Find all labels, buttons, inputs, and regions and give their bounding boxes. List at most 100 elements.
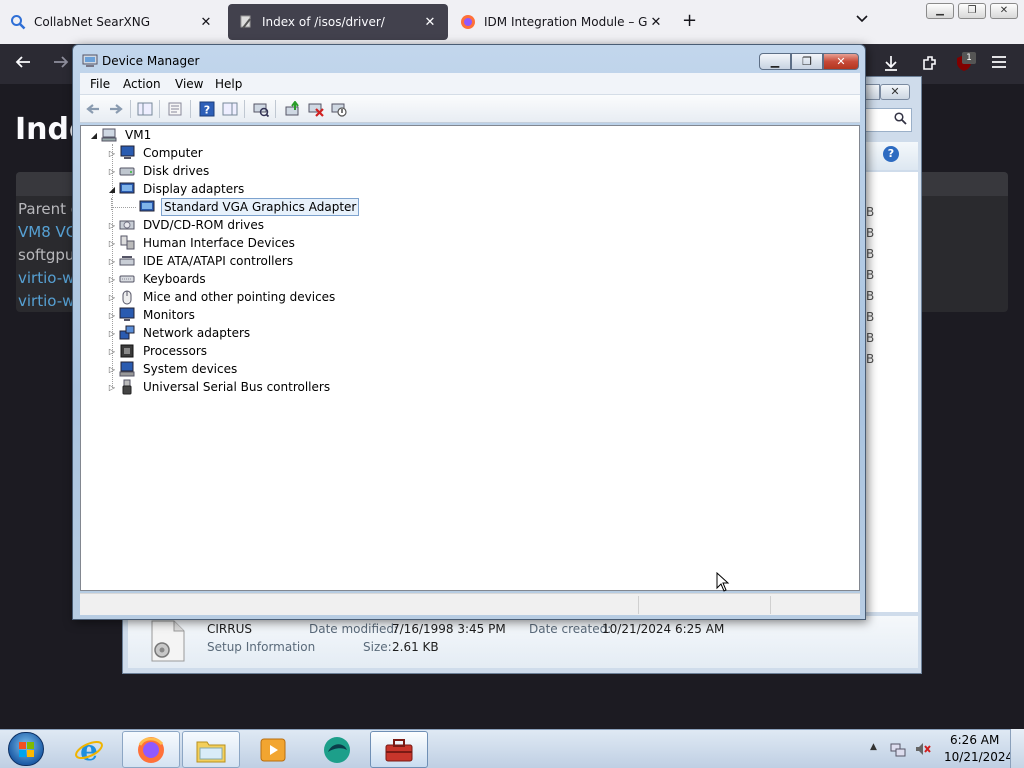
help-icon[interactable]: ? bbox=[883, 146, 899, 162]
menu-file[interactable]: File bbox=[90, 77, 110, 91]
firefox-icon bbox=[460, 14, 476, 30]
menu-help[interactable]: Help bbox=[215, 77, 242, 91]
tree-label: Mice and other pointing devices bbox=[143, 290, 336, 304]
tree-label: System devices bbox=[143, 362, 238, 376]
forward-arrow-icon[interactable] bbox=[52, 54, 70, 75]
start-button[interactable] bbox=[8, 732, 44, 766]
firefox-icon bbox=[138, 736, 164, 763]
scan-hardware-changes-icon[interactable] bbox=[252, 100, 270, 118]
size-fragment: B bbox=[866, 310, 875, 324]
close-icon[interactable]: ✕ bbox=[648, 15, 664, 30]
taskbar-file-explorer[interactable] bbox=[182, 731, 240, 768]
date-modified-label: Date modified: bbox=[309, 622, 399, 636]
mouse-cursor-icon bbox=[716, 571, 730, 592]
tree-item-computer[interactable]: ▷ Computer bbox=[107, 144, 205, 162]
device-manager-window: Device Manager ▁ ❐ ✕ File Action View He… bbox=[72, 44, 866, 620]
expand-arrow-icon[interactable]: ▷ bbox=[107, 239, 117, 248]
extensions-icon[interactable] bbox=[920, 54, 938, 77]
download-icon[interactable] bbox=[882, 54, 900, 77]
browser-minimize-button[interactable]: ▁ bbox=[926, 3, 954, 19]
taskbar-media-player[interactable] bbox=[244, 731, 302, 768]
tree-item-monitors[interactable]: ▷ Monitors bbox=[107, 306, 197, 324]
size-fragment: B bbox=[866, 289, 875, 303]
expand-arrow-icon[interactable]: ▷ bbox=[107, 221, 117, 230]
menu-action[interactable]: Action bbox=[123, 77, 161, 91]
processor-icon bbox=[119, 343, 135, 359]
tree-item-processors[interactable]: ▷ Processors bbox=[107, 342, 209, 360]
notification-badge: 1 bbox=[962, 52, 976, 64]
collapse-arrow-icon[interactable]: ◢ bbox=[89, 131, 99, 140]
expand-arrow-icon[interactable]: ▷ bbox=[107, 365, 117, 374]
tree-label: Monitors bbox=[143, 308, 195, 322]
expand-arrow-icon[interactable]: ▷ bbox=[107, 383, 117, 392]
tree-label: DVD/CD-ROM drives bbox=[143, 218, 265, 232]
taskbar-internet-explorer[interactable]: e bbox=[60, 731, 118, 768]
tab-idm-integration[interactable]: IDM Integration Module – Get t ✕ bbox=[450, 4, 674, 40]
volume-muted-icon[interactable] bbox=[914, 741, 932, 760]
properties-icon[interactable] bbox=[166, 100, 184, 118]
show-hide-action-pane-icon[interactable] bbox=[221, 100, 239, 118]
tree-label: Processors bbox=[143, 344, 208, 358]
tree-item-network-adapters[interactable]: ▷ Network adapters bbox=[107, 324, 252, 342]
listing-link[interactable]: virtio-w bbox=[18, 269, 74, 287]
expand-arrow-icon[interactable]: ▷ bbox=[107, 149, 117, 158]
clock-date[interactable]: 10/21/2024 bbox=[944, 750, 1013, 764]
usb-icon bbox=[119, 379, 135, 395]
document-icon bbox=[238, 14, 254, 30]
close-icon[interactable]: ✕ bbox=[422, 15, 438, 30]
tree-item-disk-drives[interactable]: ▷ Disk drives bbox=[107, 162, 211, 180]
show-hide-console-tree-icon[interactable] bbox=[136, 100, 154, 118]
date-created-value: 10/21/2024 6:25 AM bbox=[602, 622, 725, 636]
tree-item-standard-vga-adapter[interactable]: Standard VGA Graphics Adapter bbox=[139, 198, 360, 216]
collapse-arrow-icon[interactable]: ◢ bbox=[107, 185, 117, 194]
expand-arrow-icon[interactable]: ▷ bbox=[107, 275, 117, 284]
taskbar-firefox[interactable] bbox=[122, 731, 180, 768]
tree-item-keyboards[interactable]: ▷ Keyboards bbox=[107, 270, 208, 288]
expand-arrow-icon[interactable]: ▷ bbox=[107, 257, 117, 266]
list-all-tabs-button[interactable] bbox=[856, 12, 868, 26]
expand-arrow-icon[interactable]: ▷ bbox=[107, 347, 117, 356]
expand-arrow-icon[interactable]: ▷ bbox=[107, 293, 117, 302]
browser-restore-button[interactable]: ❐ bbox=[958, 3, 986, 19]
tree-item-display-adapters[interactable]: ◢ Display adapters bbox=[107, 180, 246, 198]
show-hidden-icons-arrow[interactable]: ▲ bbox=[870, 742, 877, 752]
listing-link[interactable]: VM8 VC bbox=[18, 223, 76, 241]
new-tab-button[interactable]: + bbox=[682, 10, 697, 31]
listing-link[interactable]: virtio-w bbox=[18, 292, 74, 310]
back-arrow-icon[interactable] bbox=[14, 54, 32, 75]
expand-arrow-icon[interactable]: ▷ bbox=[107, 167, 117, 176]
tree-item-mice[interactable]: ▷ Mice and other pointing devices bbox=[107, 288, 337, 306]
restore-button[interactable]: ❐ bbox=[791, 53, 823, 70]
expand-arrow-icon[interactable]: ▷ bbox=[107, 329, 117, 338]
browser-close-button[interactable]: ✕ bbox=[990, 3, 1018, 19]
tree-item-system-devices[interactable]: ▷ System devices bbox=[107, 360, 239, 378]
uninstall-device-icon[interactable] bbox=[307, 100, 325, 118]
tree-item-usb-controllers[interactable]: ▷ Universal Serial Bus controllers bbox=[107, 378, 332, 396]
back-arrow-icon[interactable] bbox=[84, 100, 102, 118]
listing-link[interactable]: softgpu bbox=[18, 246, 74, 264]
clock-time[interactable]: 6:26 AM bbox=[950, 733, 999, 747]
close-button[interactable]: ✕ bbox=[823, 53, 859, 70]
explorer-search-input[interactable] bbox=[862, 108, 912, 132]
network-tray-icon[interactable] bbox=[890, 741, 906, 760]
parent-directory-link[interactable]: Parent d bbox=[18, 200, 80, 218]
tree-root-vm1[interactable]: ◢ VM1 bbox=[89, 126, 153, 144]
taskbar-device-manager[interactable] bbox=[370, 731, 428, 768]
help-icon[interactable]: ? bbox=[198, 100, 216, 118]
tab-searxng[interactable]: CollabNet SearXNG ✕ bbox=[0, 4, 224, 40]
hamburger-menu-icon[interactable] bbox=[991, 54, 1007, 75]
tab-index-isos-driver[interactable]: Index of /isos/driver/ ✕ bbox=[228, 4, 448, 40]
explorer-close-button[interactable]: ✕ bbox=[880, 84, 910, 100]
tree-item-dvd-cdrom[interactable]: ▷ DVD/CD-ROM drives bbox=[107, 216, 266, 234]
taskbar-app[interactable] bbox=[308, 731, 366, 768]
expand-arrow-icon[interactable]: ▷ bbox=[107, 311, 117, 320]
disable-device-icon[interactable] bbox=[330, 100, 348, 118]
show-desktop-button[interactable] bbox=[1010, 729, 1024, 768]
tree-item-hid[interactable]: ▷ Human Interface Devices bbox=[107, 234, 297, 252]
forward-arrow-icon[interactable] bbox=[107, 100, 125, 118]
update-driver-icon[interactable] bbox=[284, 100, 302, 118]
menu-view[interactable]: View bbox=[175, 77, 203, 91]
close-icon[interactable]: ✕ bbox=[198, 15, 214, 30]
tree-item-ide-controllers[interactable]: ▷ IDE ATA/ATAPI controllers bbox=[107, 252, 295, 270]
minimize-button[interactable]: ▁ bbox=[759, 53, 791, 70]
